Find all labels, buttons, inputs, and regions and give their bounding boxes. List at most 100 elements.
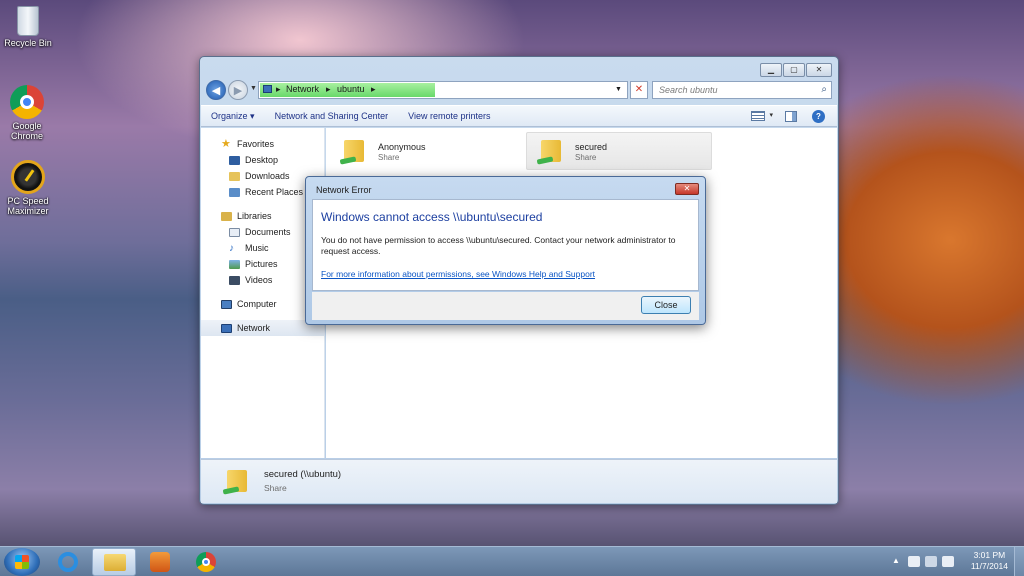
clock-time: 3:01 PM <box>973 550 1006 560</box>
internet-explorer-icon <box>58 552 78 572</box>
clock-date: 11/7/2014 <box>970 561 1008 571</box>
close-button[interactable]: Close <box>641 296 691 314</box>
dialog-heading: Windows cannot access \\ubuntu\secured <box>321 210 543 224</box>
help-icon[interactable]: ? <box>812 110 825 123</box>
view-options-chevron-icon[interactable]: ▾ <box>769 111 773 119</box>
back-button[interactable]: ◀ <box>206 80 226 100</box>
music-icon: ♪ <box>229 242 234 254</box>
speedometer-icon <box>11 160 45 194</box>
nav-item-favorites[interactable]: ★ Favorites <box>201 136 324 152</box>
address-row: ◀ ▶ ▼ ▸ Network ▸ ubuntu ▸ ▼ ✕ Search ub… <box>204 79 834 103</box>
search-input[interactable]: Search ubuntu ⌕ <box>652 81 832 99</box>
network-tray-icon[interactable] <box>925 556 937 567</box>
address-bar[interactable]: ▸ Network ▸ ubuntu ▸ ▼ <box>258 81 628 99</box>
videos-icon <box>229 275 240 285</box>
star-icon: ★ <box>221 137 231 150</box>
item-type: Share <box>575 152 597 162</box>
minimize-button[interactable]: ▁ <box>760 63 782 77</box>
item-name: Anonymous <box>378 141 426 152</box>
breadcrumb-separator-icon: ▸ <box>276 84 281 94</box>
taskbar-windows-explorer[interactable] <box>92 548 136 576</box>
nav-label: Libraries <box>237 211 272 221</box>
recycle-bin-icon <box>17 6 39 36</box>
network-error-dialog: Network Error ✕ Windows cannot access \\… <box>305 176 706 325</box>
search-icon: ⌕ <box>821 84 827 95</box>
system-clock[interactable]: 3:01 PM 11/7/2014 <box>971 550 1008 572</box>
shared-folder-icon <box>536 136 567 166</box>
network-location-icon <box>263 85 272 93</box>
details-name: secured (\\ubuntu) <box>264 469 342 480</box>
desktop-icon-label: Recycle Bin <box>4 38 52 48</box>
desktop-icon-pc-speed-maximizer[interactable]: PC Speed Maximizer <box>0 160 58 216</box>
help-link[interactable]: For more information about permissions, … <box>321 269 595 279</box>
nav-item-desktop[interactable]: Desktop <box>201 152 324 168</box>
shared-folder-icon <box>222 466 253 496</box>
network-sharing-center-button[interactable]: Network and Sharing Center <box>265 111 399 121</box>
share-item-secured[interactable]: secured Share <box>526 132 712 170</box>
change-view-icon[interactable] <box>751 111 765 121</box>
close-icon: ✕ <box>683 184 691 193</box>
recent-pages-chevron-icon[interactable]: ▼ <box>250 85 257 92</box>
downloads-icon <box>229 171 240 181</box>
organize-button[interactable]: Organize ▾ <box>201 111 265 122</box>
desktop-icon-label: PC Speed Maximizer <box>7 196 49 216</box>
dialog-message: You do not have permission to access \\u… <box>321 235 676 256</box>
taskbar: ▲ 3:01 PM 11/7/2014 <box>0 546 1024 576</box>
maximize-button[interactable]: ▢ <box>783 63 805 77</box>
details-type: Share <box>264 483 287 493</box>
documents-icon <box>229 227 240 237</box>
share-item-anonymous[interactable]: Anonymous Share <box>330 132 516 170</box>
nav-label: Music <box>245 243 269 253</box>
nav-label: Favorites <box>237 139 275 149</box>
chrome-icon <box>196 552 216 572</box>
stop-button[interactable]: ✕ <box>630 81 648 99</box>
search-placeholder: Search ubuntu <box>659 85 718 95</box>
item-type: Share <box>378 152 400 162</box>
volume-icon[interactable] <box>942 556 954 567</box>
windows-explorer-icon <box>104 554 126 571</box>
desktop-icon-recycle-bin[interactable]: Recycle Bin <box>0 6 58 48</box>
nav-label: Recent Places <box>245 187 304 197</box>
forward-button[interactable]: ▶ <box>228 80 248 100</box>
chevron-down-icon: ▾ <box>250 110 255 121</box>
breadcrumb-separator-icon: ▸ <box>326 84 331 94</box>
network-icon <box>221 323 232 333</box>
libraries-icon <box>221 211 232 221</box>
media-player-icon <box>150 552 170 572</box>
nav-label: Desktop <box>245 155 279 165</box>
breadcrumb-ubuntu[interactable]: ubuntu <box>337 84 365 94</box>
preview-pane-icon[interactable] <box>785 111 797 122</box>
command-bar: Organize ▾ Network and Sharing Center Vi… <box>201 105 837 127</box>
nav-label: Documents <box>245 227 291 237</box>
show-desktop-button[interactable] <box>1014 547 1024 576</box>
nav-label: Network <box>237 323 271 333</box>
nav-label: Computer <box>237 299 277 309</box>
windows-logo-icon <box>15 555 29 569</box>
start-button[interactable] <box>4 548 40 576</box>
taskbar-media-player[interactable] <box>138 548 182 576</box>
view-remote-printers-button[interactable]: View remote printers <box>398 111 500 121</box>
address-dropdown-chevron-icon[interactable]: ▼ <box>615 86 622 93</box>
taskbar-internet-explorer[interactable] <box>46 548 90 576</box>
dialog-close-button[interactable]: ✕ <box>675 183 699 195</box>
show-hidden-icons-icon[interactable]: ▲ <box>892 556 900 565</box>
nav-label: Downloads <box>245 171 290 181</box>
desktop-icon-label: Google Chrome <box>10 121 43 141</box>
close-window-button[interactable]: ✕ <box>806 63 832 77</box>
nav-label: Pictures <box>245 259 278 269</box>
taskbar-chrome[interactable] <box>184 548 228 576</box>
details-pane: secured (\\ubuntu) Share <box>201 459 837 503</box>
organize-label: Organize <box>211 110 248 121</box>
nav-label: Videos <box>245 275 273 285</box>
chrome-icon <box>10 85 44 119</box>
recent-places-icon <box>229 187 240 197</box>
item-name: secured <box>575 141 608 152</box>
shared-folder-icon <box>339 136 370 166</box>
breadcrumb-separator-icon: ▸ <box>371 84 376 94</box>
action-center-icon[interactable] <box>908 556 920 567</box>
breadcrumb-network[interactable]: Network <box>286 84 319 94</box>
dialog-body: Windows cannot access \\ubuntu\secured Y… <box>312 199 699 291</box>
pictures-icon <box>229 259 240 269</box>
desktop-icon-chrome[interactable]: Google Chrome <box>0 85 57 141</box>
desktop-icon <box>229 155 240 165</box>
